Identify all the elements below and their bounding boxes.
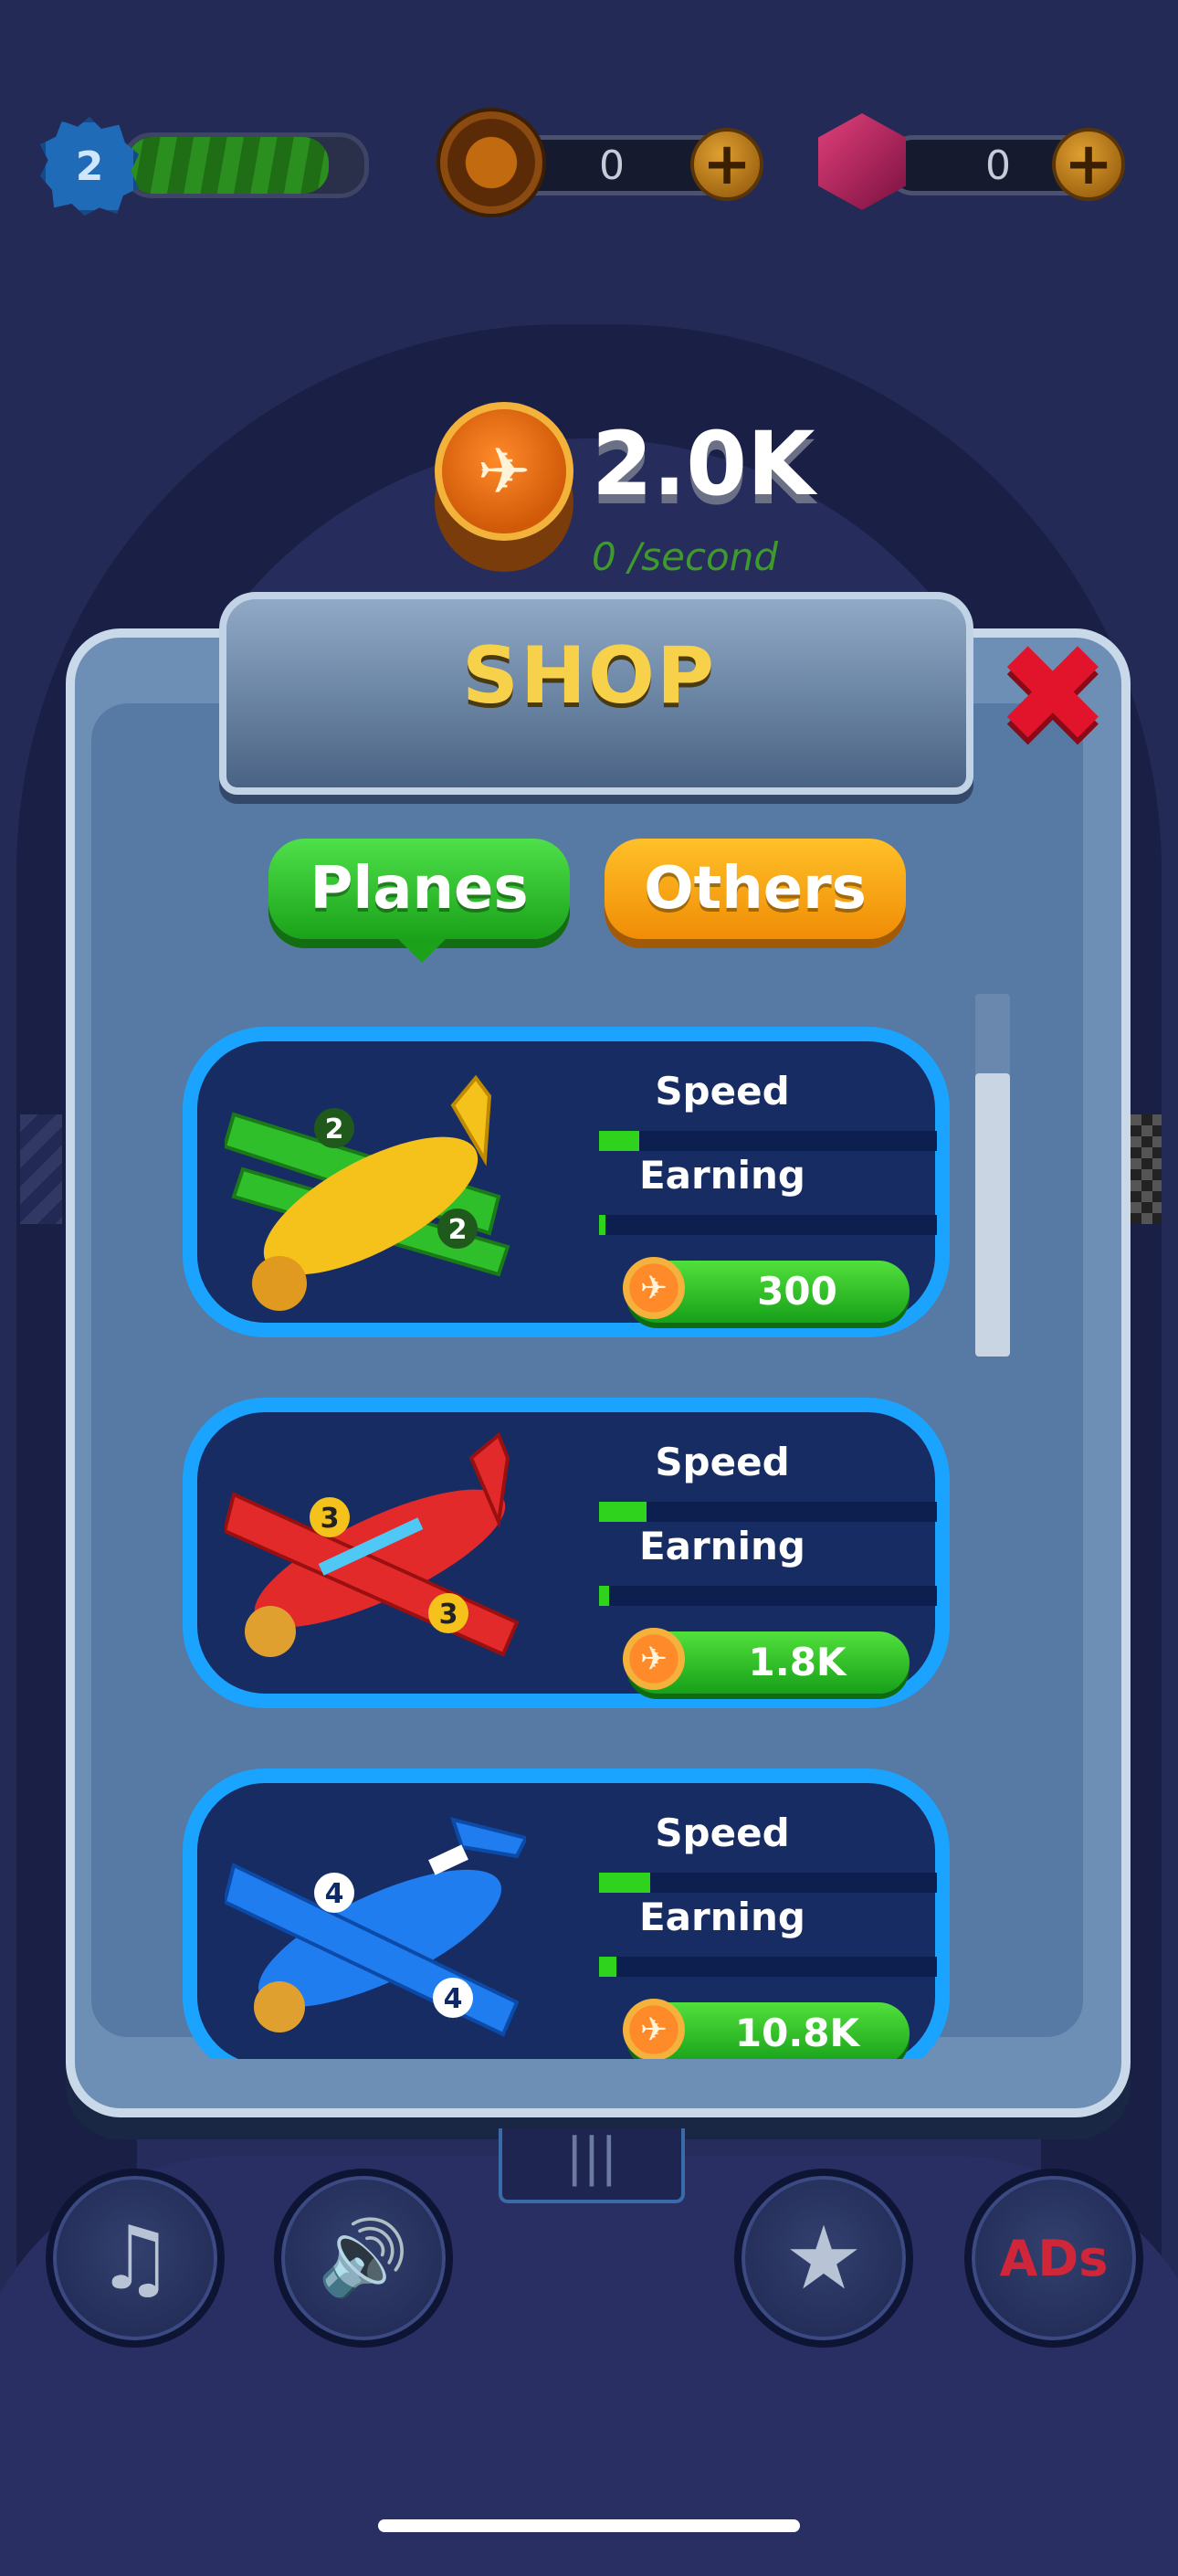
shop-title: SHOP: [461, 630, 717, 722]
speed-bar-fill: [599, 1502, 647, 1522]
earning-bar-fill: [599, 1586, 610, 1606]
gem-icon: [818, 113, 906, 210]
plane-number: 2: [448, 1214, 468, 1246]
tab-others[interactable]: Others: [605, 839, 906, 939]
buy-button[interactable]: ✈ 10.8K: [623, 1999, 910, 2059]
music-icon: ♫: [95, 2207, 175, 2309]
gem-count-text: 0: [985, 142, 1011, 189]
buy-button[interactable]: ✈ 300: [623, 1257, 910, 1323]
earning-bar-fill: [599, 1215, 606, 1235]
plane-3-image: 3 3: [225, 1431, 520, 1657]
plane-coin-icon: ✈: [435, 402, 573, 541]
speed-bar: [599, 1502, 937, 1522]
star-icon: ★: [784, 2207, 864, 2309]
speed-label: Speed: [655, 1440, 790, 1484]
rate-button[interactable]: ★: [734, 2169, 913, 2348]
speed-label: Speed: [655, 1069, 790, 1114]
price-label: 10.8K: [734, 2011, 860, 2055]
plus-icon: +: [702, 131, 752, 198]
plane-number: 2: [325, 1114, 344, 1145]
plane-number: 3: [439, 1599, 458, 1631]
earning-bar: [599, 1957, 937, 1977]
shop-item-card: 2 2 Speed Earning ✈ 300: [183, 1027, 950, 1337]
xp-progress-fill: [127, 137, 329, 194]
plus-icon: +: [1064, 131, 1113, 198]
add-coins-button[interactable]: +: [690, 128, 763, 201]
coin-count-text: 0: [599, 142, 625, 189]
price-label: 1.8K: [748, 1640, 847, 1684]
shop-item-card: 3 3 Speed Earning ✈ 1.8K: [183, 1398, 950, 1708]
music-toggle-button[interactable]: ♫: [46, 2169, 225, 2348]
track-stripes-left: [20, 1114, 62, 1224]
speed-label: Speed: [655, 1811, 790, 1855]
active-tab-pointer: [398, 939, 446, 963]
center-garage-stub: |||: [499, 2128, 685, 2203]
level-badge: 2: [40, 117, 139, 216]
earning-rate: 0 /second: [592, 534, 779, 579]
add-gems-button[interactable]: +: [1052, 128, 1125, 201]
earning-label: Earning: [638, 1524, 805, 1568]
speed-bar: [599, 1131, 937, 1151]
speed-bar-fill: [599, 1873, 650, 1893]
plane-number: 3: [321, 1503, 340, 1535]
coin-icon: ✈: [623, 1999, 685, 2059]
plane-number: 4: [444, 1983, 463, 2015]
earning-bar-fill: [599, 1957, 616, 1977]
close-button[interactable]: ✖: [995, 627, 1110, 764]
speaker-icon: 🔊: [318, 2215, 409, 2300]
speed-bar-fill: [599, 1131, 640, 1151]
no-ads-icon: ADs: [999, 2229, 1109, 2287]
plane-number: 4: [325, 1878, 344, 1910]
speed-bar: [599, 1873, 937, 1893]
plane-2-image: 2 2: [225, 1074, 510, 1311]
shop-item-card: 4 4 Speed Earning ✈ 10.8K: [183, 1768, 950, 2059]
xp-progress-bar: [122, 132, 369, 198]
home-indicator[interactable]: [378, 2519, 800, 2532]
buy-button[interactable]: ✈ 1.8K: [623, 1628, 910, 1694]
plane-list: 2 2 Speed Earning ✈ 300 3 3 Speed Earnin…: [174, 1014, 977, 2059]
tab-planes[interactable]: Planes: [268, 839, 570, 939]
plane-4-image: 4 4: [225, 1817, 526, 2037]
coin-icon: ✈: [623, 1257, 685, 1319]
earning-label: Earning: [638, 1895, 805, 1939]
price-label: 300: [757, 1269, 837, 1314]
coin-balance: 2.0K: [592, 413, 815, 515]
level-number: 2: [75, 143, 104, 190]
earning-label: Earning: [638, 1153, 805, 1198]
remove-ads-button[interactable]: ADs: [964, 2169, 1143, 2348]
sound-toggle-button[interactable]: 🔊: [274, 2169, 453, 2348]
scrollbar-thumb[interactable]: [975, 1073, 1010, 1357]
earning-bar: [599, 1586, 937, 1606]
earning-bar: [599, 1215, 937, 1235]
coin-icon: ✈: [623, 1628, 685, 1690]
coin-resource-icon: [436, 108, 546, 217]
